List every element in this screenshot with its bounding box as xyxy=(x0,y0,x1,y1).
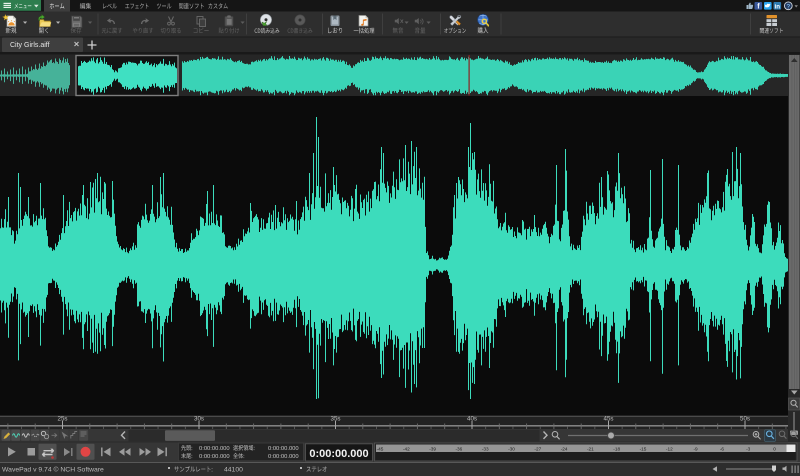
svg-text:-45: -45 xyxy=(377,446,384,451)
svg-text:-18: -18 xyxy=(613,446,620,451)
svg-text:50s: 50s xyxy=(740,416,750,423)
svg-text:?: ? xyxy=(786,3,790,10)
svg-text:-21: -21 xyxy=(587,446,594,451)
svg-text:-36: -36 xyxy=(456,446,463,451)
svg-text:0:00:00.000: 0:00:00.000 xyxy=(309,448,368,460)
svg-text:0:00:00.000: 0:00:00.000 xyxy=(199,446,230,452)
svg-text:40s: 40s xyxy=(467,416,477,423)
svg-text:-33: -33 xyxy=(482,446,489,451)
svg-text:44100: 44100 xyxy=(224,467,243,474)
svg-text:City Girls.aiff: City Girls.aiff xyxy=(10,42,50,49)
svg-text:in: in xyxy=(775,4,781,11)
svg-text:45s: 45s xyxy=(604,416,614,423)
svg-text:-3: -3 xyxy=(746,446,751,451)
svg-text:-27: -27 xyxy=(534,446,541,451)
svg-text:0:00:00.000: 0:00:00.000 xyxy=(268,454,299,460)
svg-text:-6: -6 xyxy=(720,446,725,451)
svg-text:-30: -30 xyxy=(508,446,515,451)
svg-text:-24: -24 xyxy=(561,446,568,451)
svg-text:30s: 30s xyxy=(194,416,204,423)
svg-text:35s: 35s xyxy=(331,416,341,423)
svg-text:0: 0 xyxy=(773,446,776,451)
svg-text:0:00:00.000: 0:00:00.000 xyxy=(268,446,299,452)
svg-text:-42: -42 xyxy=(403,446,410,451)
svg-text:-9: -9 xyxy=(694,446,699,451)
svg-text:25s: 25s xyxy=(58,416,68,423)
svg-text:WavePad v 9.74 © NCH Software: WavePad v 9.74 © NCH Software xyxy=(2,466,104,474)
svg-text:-39: -39 xyxy=(429,446,436,451)
svg-text:-15: -15 xyxy=(640,446,647,451)
svg-text:0:00:00.000: 0:00:00.000 xyxy=(199,454,230,460)
svg-text:-12: -12 xyxy=(666,446,673,451)
